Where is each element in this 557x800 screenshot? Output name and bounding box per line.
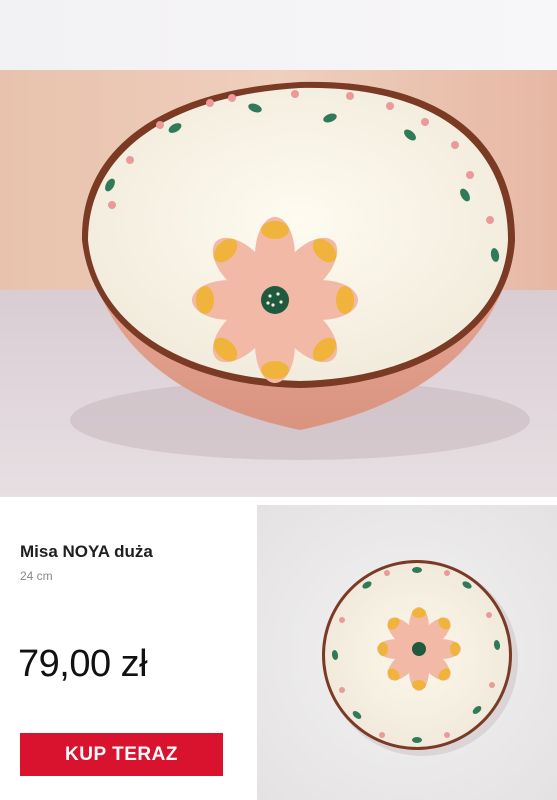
product-title[interactable]: Misa NOYA duża: [20, 542, 153, 562]
product-price: 79,00 zł: [18, 643, 148, 685]
product-main-image[interactable]: [0, 0, 557, 497]
buy-now-button[interactable]: KUP TERAZ: [20, 733, 223, 776]
product-thumbnail-image[interactable]: [257, 505, 557, 800]
product-info-panel: Misa NOYA duża 24 cm 79,00 zł KUP TERAZ: [0, 497, 256, 800]
product-size: 24 cm: [20, 569, 53, 583]
